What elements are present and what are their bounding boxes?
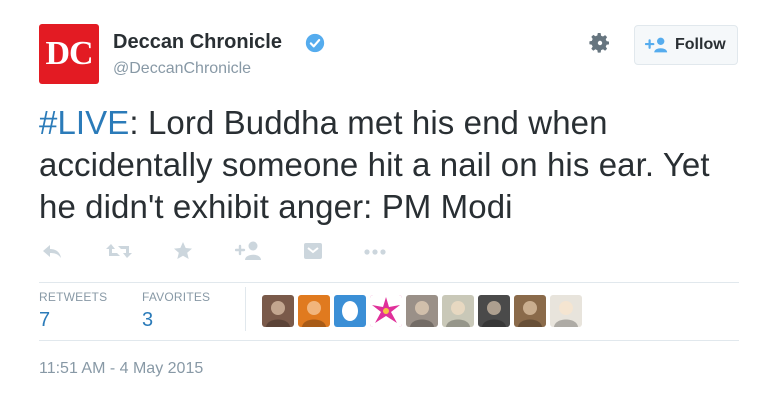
follow-button[interactable]: Follow: [634, 25, 738, 65]
avatar-2[interactable]: [298, 295, 330, 327]
avatar-3[interactable]: [334, 295, 366, 327]
card-icon[interactable]: [303, 240, 323, 262]
retweets-count[interactable]: 7: [39, 309, 50, 332]
avatar-1[interactable]: [262, 295, 294, 327]
tweet-card: DC Deccan Chronicle @DeccanChronicle Fol…: [0, 0, 771, 400]
profile-avatar[interactable]: DC: [39, 24, 99, 84]
avatar-6[interactable]: [442, 295, 474, 327]
follow-user-icon[interactable]: [235, 240, 263, 262]
tweet-timestamp[interactable]: 11:51 AM - 4 May 2015: [39, 360, 203, 378]
favorited-by-avatars: [262, 295, 586, 327]
avatar-9[interactable]: [550, 295, 582, 327]
follow-label: Follow: [675, 36, 726, 53]
retweets-label: RETWEETS: [39, 290, 108, 304]
logo-text: DC: [45, 35, 93, 72]
verified-badge-icon: [305, 33, 325, 53]
more-icon[interactable]: [362, 240, 388, 262]
favorites-count[interactable]: 3: [142, 309, 153, 332]
favorites-label: FAVORITES: [142, 290, 211, 304]
stats-separator: [245, 287, 246, 331]
retweet-icon[interactable]: [105, 240, 133, 262]
avatar-8[interactable]: [514, 295, 546, 327]
tweet-text: #LIVE: Lord Buddha met his end when acci…: [39, 102, 739, 228]
divider-bottom: [39, 340, 739, 341]
divider-top: [39, 282, 739, 283]
avatar-5[interactable]: [406, 295, 438, 327]
hashtag-link[interactable]: #LIVE: [39, 104, 129, 141]
account-name[interactable]: Deccan Chronicle: [113, 31, 282, 54]
follow-user-icon: [645, 37, 668, 53]
tweet-body: : Lord Buddha met his end when accidenta…: [39, 104, 710, 225]
account-handle[interactable]: @DeccanChronicle: [113, 60, 251, 78]
reply-icon[interactable]: [41, 240, 63, 262]
gear-icon[interactable]: [588, 31, 612, 55]
avatar-4[interactable]: [370, 295, 402, 327]
favorite-icon[interactable]: [172, 240, 194, 262]
avatar-7[interactable]: [478, 295, 510, 327]
